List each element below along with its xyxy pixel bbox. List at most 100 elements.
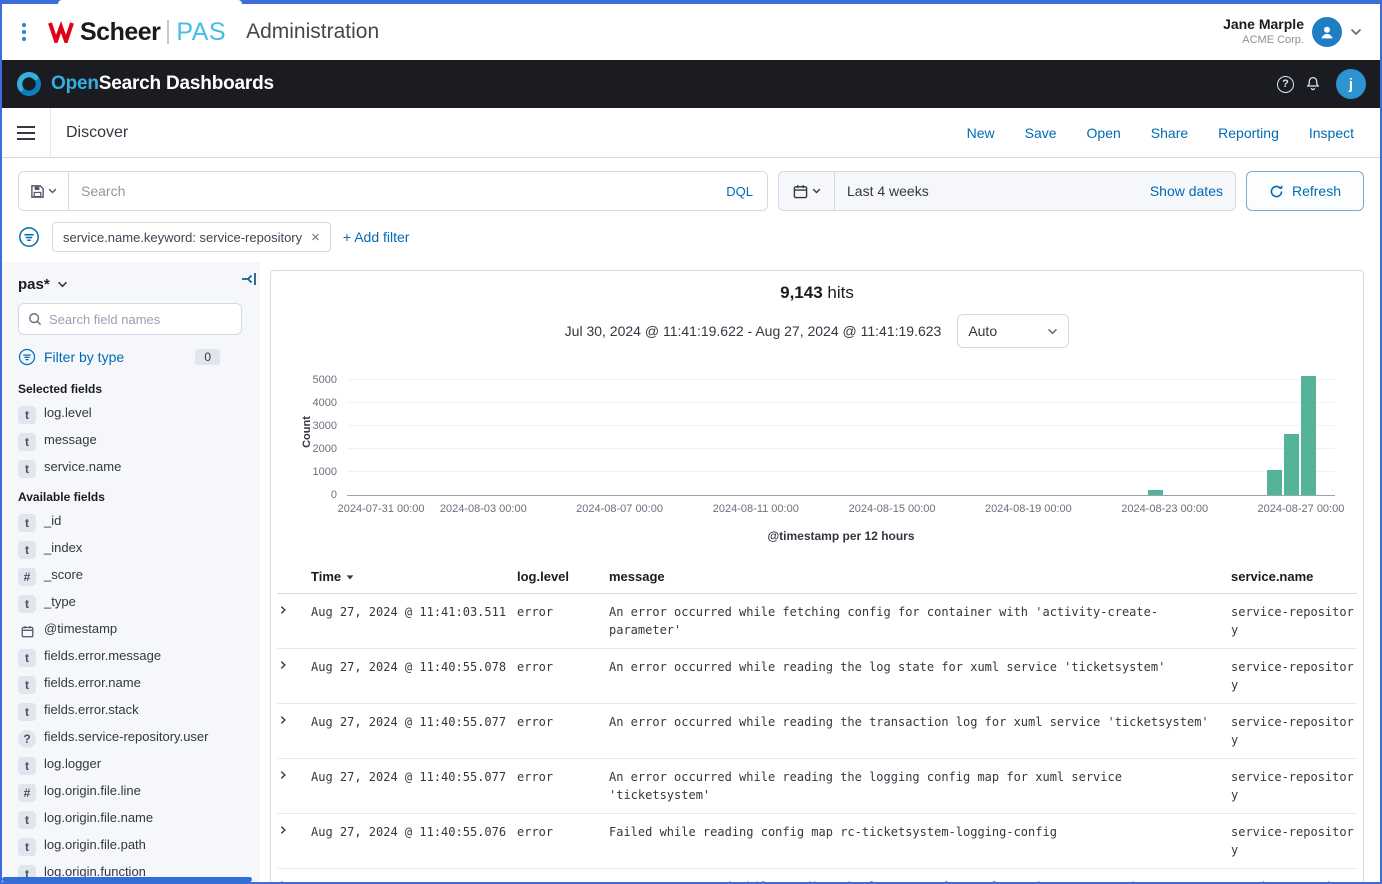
field-name: fields.error.name [44, 675, 141, 692]
show-dates-link[interactable]: Show dates [1150, 183, 1223, 199]
search-icon [28, 312, 42, 326]
field-item-log.logger[interactable]: tlog.logger [18, 752, 250, 779]
expand-row-icon[interactable] [277, 649, 307, 703]
opensearch-header: OpenSearch Dashboards ? j [2, 60, 1380, 108]
discover-main: 9,143 hits Jul 30, 2024 @ 11:41:19.622 -… [260, 262, 1380, 882]
field-item-fields.error.stack[interactable]: tfields.error.stack [18, 698, 250, 725]
histogram-bar[interactable] [1301, 376, 1316, 495]
column-header-service-name[interactable]: service.name [1231, 569, 1357, 584]
help-icon[interactable]: ? [1277, 76, 1294, 93]
field-type-string-icon: t [18, 406, 36, 424]
field-item-_id[interactable]: t_id [18, 509, 250, 536]
cell-message: An error occurred while reading the log … [609, 649, 1227, 703]
expand-row-icon[interactable] [277, 814, 307, 868]
nav-action-new[interactable]: New [967, 125, 995, 141]
remove-filter-icon[interactable]: × [311, 230, 320, 245]
browser-tab [58, 0, 242, 4]
column-header-log-level[interactable]: log.level [517, 569, 605, 584]
collapse-sidebar-icon[interactable] [241, 272, 257, 286]
add-filter-button[interactable]: + Add filter [343, 229, 410, 245]
field-item-_score[interactable]: #_score [18, 563, 250, 590]
column-header-message[interactable]: message [609, 569, 1227, 584]
osd-user-avatar[interactable]: j [1336, 69, 1366, 99]
table-row: Aug 27, 2024 @ 11:40:55.077errorAn error… [277, 759, 1357, 814]
search-input[interactable] [69, 172, 712, 210]
refresh-icon [1269, 184, 1284, 199]
field-item-fields.error.message[interactable]: tfields.error.message [18, 644, 250, 671]
cell-time: Aug 27, 2024 @ 11:40:55.060 [311, 869, 513, 882]
interval-select[interactable]: Auto [957, 314, 1069, 348]
histogram-bar[interactable] [1267, 470, 1282, 495]
column-label: message [609, 569, 665, 584]
user-avatar-icon[interactable] [1312, 17, 1342, 47]
menu-icon[interactable] [2, 108, 51, 157]
expand-row-icon[interactable] [277, 869, 307, 882]
field-type-string-icon: t [18, 541, 36, 559]
selected-fields-title: Selected fields [18, 382, 250, 396]
query-language-button[interactable]: DQL [712, 172, 767, 210]
nav-action-reporting[interactable]: Reporting [1218, 125, 1279, 141]
page-title: Administration [246, 20, 379, 44]
expand-row-icon[interactable] [277, 594, 307, 648]
filter-set-icon[interactable] [18, 226, 40, 248]
interval-value: Auto [968, 323, 997, 339]
field-name: _type [44, 594, 76, 611]
filter-by-type-icon [18, 348, 36, 366]
table-body: Aug 27, 2024 @ 11:41:03.511errorAn error… [277, 594, 1357, 882]
expand-row-icon[interactable] [277, 704, 307, 758]
cell-message: An error occurred while reading the logg… [609, 759, 1227, 813]
field-item-fields.error.name[interactable]: tfields.error.name [18, 671, 250, 698]
app-title: Discover [66, 124, 128, 142]
nav-action-share[interactable]: Share [1151, 125, 1188, 141]
time-range-value[interactable]: Last 4 weeks [847, 183, 929, 199]
field-item-service.name[interactable]: tservice.name [18, 455, 250, 482]
nav-action-open[interactable]: Open [1087, 125, 1121, 141]
gridline [347, 471, 1335, 472]
query-bar: DQL Last 4 weeks Show dates Refresh [2, 158, 1380, 222]
histogram-bar[interactable] [1148, 490, 1163, 495]
field-name: fields.service-repository.user [44, 729, 208, 746]
filter-by-type-button[interactable]: Filter by type 0 [18, 345, 250, 374]
saved-query-button[interactable] [19, 172, 69, 210]
y-axis-tick: 5000 [313, 374, 337, 386]
field-item-log.level[interactable]: t log.level [18, 401, 250, 428]
chevron-down-icon[interactable] [1350, 28, 1362, 36]
histogram-xticks: 2024-07-31 00:002024-08-03 00:002024-08-… [347, 503, 1335, 518]
column-header-time[interactable]: Time [311, 569, 513, 584]
refresh-button[interactable]: Refresh [1246, 171, 1364, 211]
cell-service-name: service-repository [1231, 594, 1357, 648]
histogram-bar[interactable] [1284, 434, 1299, 495]
field-name: log.level [44, 405, 92, 422]
field-name: message [44, 432, 97, 449]
search-group: DQL [18, 171, 768, 211]
y-axis-tick: 1000 [313, 466, 337, 478]
x-axis-tick: 2024-08-07 00:00 [576, 503, 663, 515]
field-name: _score [44, 567, 83, 584]
nav-action-save[interactable]: Save [1025, 125, 1057, 141]
field-item-log.origin.file.name[interactable]: tlog.origin.file.name [18, 806, 250, 833]
nav-action-inspect[interactable]: Inspect [1309, 125, 1354, 141]
kebab-menu-icon[interactable] [14, 23, 34, 41]
field-item-_type[interactable]: t_type [18, 590, 250, 617]
field-search-input[interactable] [49, 312, 232, 327]
user-menu[interactable]: Jane Marple ACME Corp. [1223, 16, 1362, 47]
date-quick-select-button[interactable] [779, 172, 835, 210]
cell-log-level: error [517, 759, 605, 813]
cell-service-name: service-repository [1231, 869, 1357, 882]
gridline [347, 379, 1335, 380]
field-item-fields.service-repository.user[interactable]: ?fields.service-repository.user [18, 725, 250, 752]
filter-pill[interactable]: service.name.keyword: service-repository… [52, 222, 331, 252]
field-type-string-icon: t [18, 703, 36, 721]
sidebar-horizontal-scrollbar[interactable] [2, 877, 252, 882]
field-item-message[interactable]: tmessage [18, 428, 250, 455]
field-item-_index[interactable]: t_index [18, 536, 250, 563]
chevron-down-icon [1047, 328, 1058, 335]
notifications-icon[interactable] [1304, 75, 1322, 93]
cell-service-name: service-repository [1231, 814, 1357, 868]
expand-row-icon[interactable] [277, 759, 307, 813]
opensearch-brand: OpenSearch Dashboards [16, 71, 274, 97]
index-pattern-select[interactable]: pas* [18, 272, 250, 301]
field-item-log.origin.file.path[interactable]: tlog.origin.file.path [18, 833, 250, 860]
field-item-log.origin.file.line[interactable]: #log.origin.file.line [18, 779, 250, 806]
field-item-@timestamp[interactable]: @timestamp [18, 617, 250, 644]
